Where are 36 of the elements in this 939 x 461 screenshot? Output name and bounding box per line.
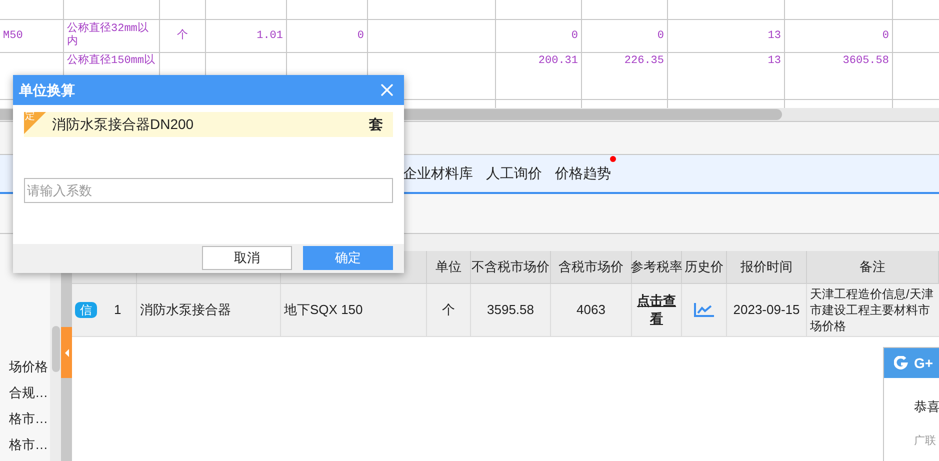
material-name: 消防水泵接合器DN200: [52, 115, 194, 134]
column-header: 备注: [860, 258, 886, 276]
sheet-cell: 0: [657, 30, 664, 42]
sheet-cell-text: 公称直径32mm以内: [67, 23, 150, 49]
sheet-cell: 0: [357, 30, 364, 42]
column-header: 不含税市场价: [472, 258, 550, 276]
ribbon-label: 定: [25, 112, 35, 122]
popup-text: 广联: [914, 434, 937, 448]
row-number: 1: [114, 301, 122, 320]
dialog-title: 单位换算: [19, 80, 75, 100]
sheet-cell: 0: [571, 30, 578, 42]
column-header: 单位: [436, 258, 462, 276]
column-header: 历史价: [684, 258, 724, 276]
table-cell-text: 地下SQX 150: [284, 301, 363, 320]
table-cell-text: 2023-09-15: [733, 301, 800, 320]
table-cell-text: 4063: [576, 301, 606, 320]
sheet-cell: 200.31: [538, 55, 578, 68]
sheet-cell: 13: [768, 55, 781, 68]
material-unit: 套: [369, 115, 383, 134]
sheet-cell: 0: [882, 30, 889, 42]
popup-title: G+: [914, 354, 934, 372]
table-cell-text: 天津工程造价信息/天津市建设工程主要材料市场价格: [810, 286, 934, 334]
sheet-cell: 公称直径150mm以: [67, 55, 156, 68]
column-header: 报价时间: [740, 258, 792, 276]
info-badge: 信: [75, 302, 97, 318]
column-header: 含税市场价: [558, 258, 624, 276]
table-cell-text: 3595.58: [487, 301, 534, 320]
sheet-cell: 226.35: [624, 55, 664, 68]
sheet-cell: 个: [177, 30, 188, 42]
column-header: 参考税率: [630, 258, 682, 276]
table-cell-text: 个: [442, 301, 455, 320]
sheet-cell: 1.01: [256, 30, 283, 42]
sheet-cell: 13: [768, 30, 781, 42]
table-cell-text: 消防水泵接合器: [140, 301, 231, 320]
sheet-cell: 3605.58: [842, 55, 889, 68]
sheet-cell: M50: [3, 30, 23, 42]
